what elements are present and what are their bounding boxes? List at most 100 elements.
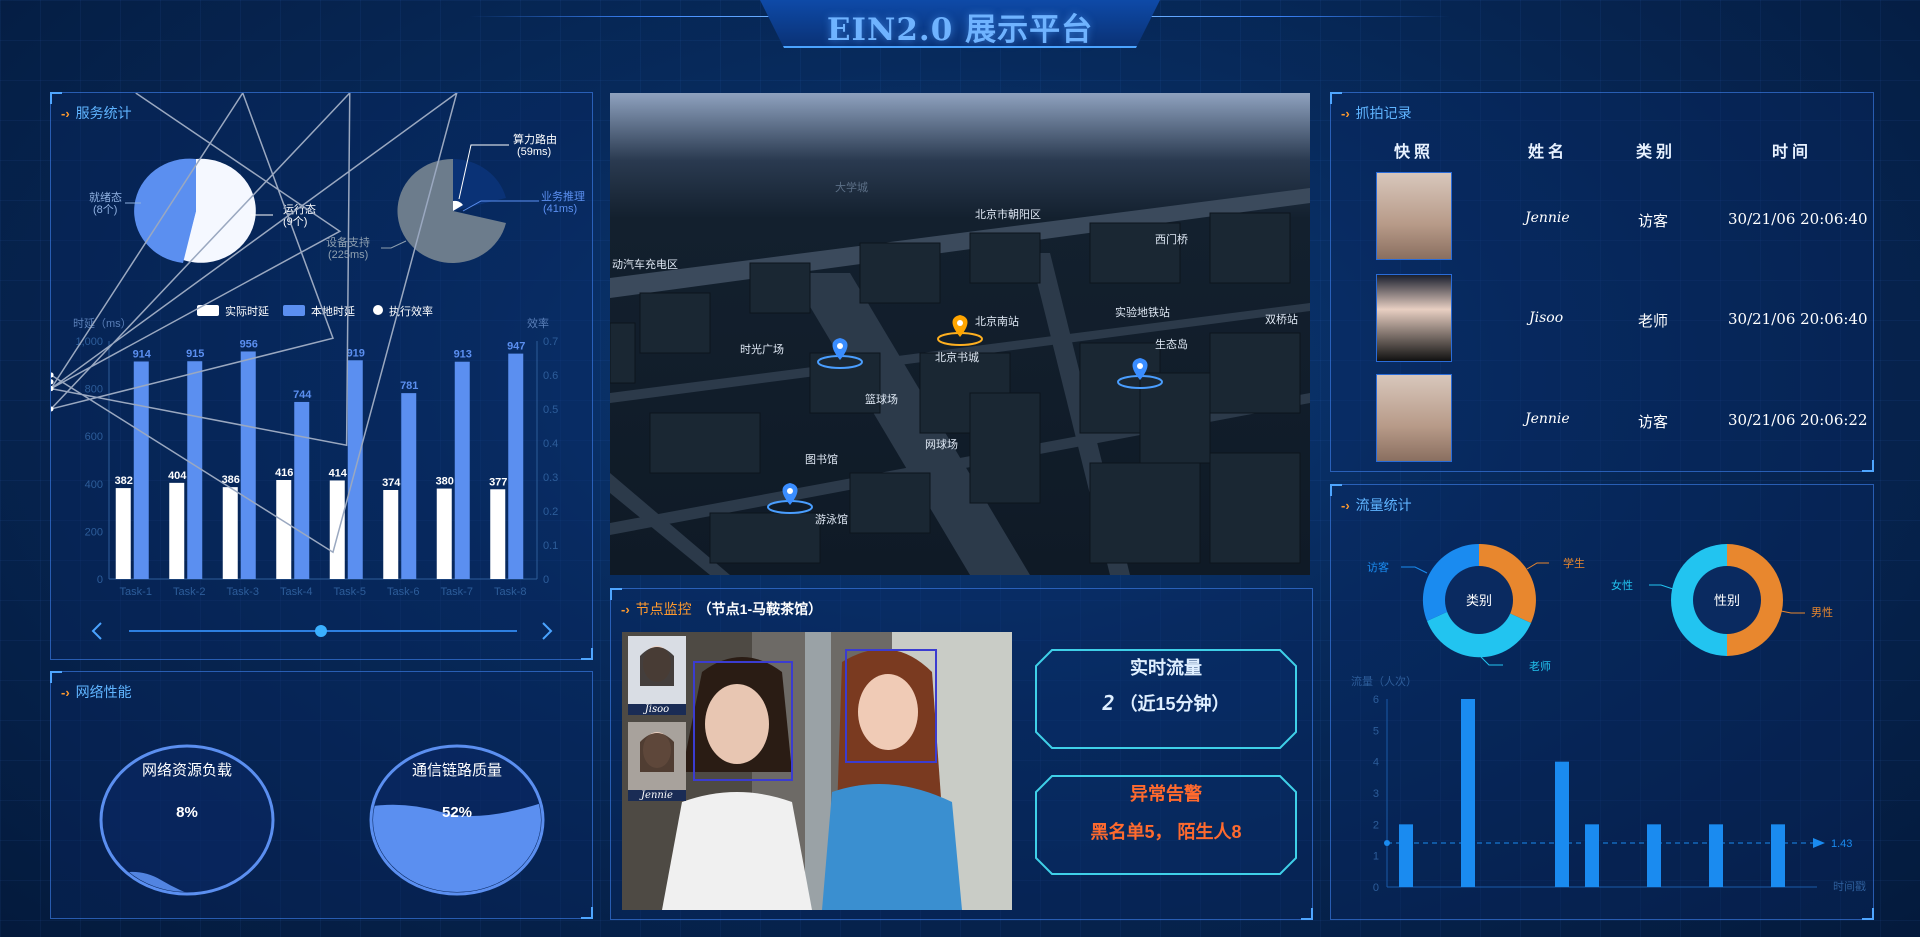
flow-bar (1399, 824, 1413, 887)
bar-local-value: 919 (347, 347, 365, 359)
map-label: 北京南站 (975, 314, 1019, 328)
pie2-routing-name: 算力路由 (513, 132, 557, 146)
map-label: 篮球场 (865, 392, 898, 406)
bar-local (240, 351, 256, 579)
legend-swatch-eff (373, 305, 383, 315)
legend-actual[interactable]: 实际时延 (225, 304, 269, 318)
row-time: 30/21/06 20:06:40 (1728, 310, 1868, 328)
page-title: EIN2.0 展示平台 (826, 12, 1094, 48)
legend-swatch-local (283, 305, 305, 316)
gauge-quality-value: 52% (442, 804, 472, 821)
snapshot-photo[interactable] (1376, 172, 1452, 260)
capture-panel-title: -› 抓拍记录 (1341, 103, 1412, 123)
legend-efficiency[interactable]: 执行效率 (389, 304, 433, 318)
header: EIN2.0 展示平台 (0, 0, 1920, 60)
pie2-routing-value: (59ms) (517, 146, 551, 158)
snapshot-photo[interactable] (1376, 374, 1452, 462)
video-feed[interactable]: Jisoo Jennie (622, 632, 1012, 910)
row-category: 老师 (1638, 313, 1669, 330)
right-axis-label: 效率 (527, 316, 549, 330)
pie2-infer-name: 业务推理 (541, 189, 585, 203)
y2-tick-label: 0.1 (543, 540, 558, 552)
bar-actual-value: 404 (168, 470, 187, 482)
flow-x-axis-label: 时间戳 (1833, 880, 1866, 893)
row-name: Jisoo (1529, 310, 1564, 326)
pie1-ready-value: (8个) (93, 203, 117, 216)
header-line-right (1150, 16, 1450, 17)
row-category: 访客 (1638, 213, 1669, 230)
gauge-load-label: 网络资源负载 (142, 762, 232, 779)
y-tick-label: 0 (97, 574, 103, 586)
y2-tick-label: 0.2 (543, 506, 558, 518)
node-title-text: 节点监控 (635, 601, 692, 617)
map-label: 双桥站 (1265, 312, 1298, 326)
donut1-label-teacher: 老师 (1529, 660, 1551, 673)
bar-local-value: 744 (293, 389, 312, 401)
bar-actual-value: 416 (275, 467, 293, 479)
avg-label: 1.43 (1831, 838, 1852, 850)
left-axis-label: 时延（ms） (73, 317, 132, 330)
flow-bar (1461, 699, 1475, 887)
map-road (610, 188, 1310, 298)
x-tick-label: Task-4 (280, 586, 312, 598)
y2-tick-label: 0.3 (543, 472, 558, 484)
bar-actual-value: 374 (382, 477, 401, 489)
gauge-load-value: 8% (176, 804, 198, 821)
bar-local-value: 914 (133, 348, 152, 360)
bar-local-value: 956 (240, 338, 258, 350)
realtime-flow-box: 实时流量 2 （近15分钟） (1034, 648, 1298, 750)
bar-local-value: 947 (507, 341, 525, 353)
slider-handle[interactable] (315, 625, 327, 637)
bar-actual (222, 487, 238, 579)
snapshot-photo[interactable] (1376, 274, 1452, 362)
y2-tick-label: 0.5 (543, 404, 558, 416)
flow-bar (1709, 824, 1723, 887)
x-tick-label: Task-1 (120, 586, 152, 598)
donut1-center: 类别 (1466, 593, 1492, 608)
x-tick-label: Task-3 (227, 586, 259, 598)
x-tick-label: Task-7 (441, 586, 473, 598)
bar-local (294, 401, 310, 579)
bar-actual (169, 482, 185, 579)
map-label: 西门桥 (1155, 232, 1188, 246)
gauge-quality-label: 通信链路质量 (412, 762, 502, 779)
donut1-label-visitor: 访客 (1367, 560, 1389, 574)
flow-axis-label: 流量（人次） (1351, 674, 1417, 688)
flow-y-tick: 1 (1373, 851, 1379, 863)
bar-local (401, 393, 417, 579)
realtime-suffix: （近15分钟） (1119, 694, 1230, 714)
bar-local-value: 913 (454, 349, 472, 361)
map-label: 北京市朝阳区 (975, 207, 1041, 221)
map-label: 生态岛 (1155, 337, 1188, 351)
y2-tick-label: 0.4 (543, 438, 558, 450)
x-tick-label: Task-6 (387, 586, 419, 598)
header-line-left (470, 16, 770, 17)
map-svg: 北京市朝阳区 西门桥 动汽车充电区 北京南站 时光广场 北京书城 生态岛 实验地… (610, 180, 1310, 575)
donut2-center: 性别 (1714, 593, 1740, 608)
flow-bar (1555, 761, 1569, 887)
donut2-label-female: 女性 (1611, 578, 1633, 592)
y-tick-label: 1,000 (75, 336, 103, 348)
flow-y-tick: 0 (1373, 882, 1379, 894)
row-category: 访客 (1638, 414, 1669, 431)
service-svg: 就绪态 (8个) 运行态 (9个) 算力路由 (59ms) 业务推理 (41ms… (51, 93, 585, 640)
city-map[interactable]: 北京市朝阳区 西门桥 动汽车充电区 北京南站 时光广场 北京书城 生态岛 实验地… (610, 93, 1310, 575)
map-label: 网球场 (925, 437, 958, 451)
pie1-ready-name: 就绪态 (89, 190, 122, 204)
map-label: 游泳馆 (815, 512, 848, 526)
slider-prev-icon[interactable] (91, 622, 102, 640)
donut1-label-student: 学生 (1563, 556, 1585, 570)
y-tick-label: 400 (85, 479, 103, 491)
flow-panel: -› 流量统计 类别 访客 学生 老师 性别 女性 男性 流量（人次） 时间戳 … (1330, 484, 1874, 920)
node-subtitle: （节点1-马鞍茶馆） (697, 601, 823, 617)
col-header-time: 时间 (1772, 144, 1813, 161)
thumb-name-2: Jennie (628, 790, 686, 801)
y2-tick-label: 0.7 (543, 336, 558, 348)
slider-next-icon[interactable] (542, 622, 553, 640)
donut2-label-male: 男性 (1811, 605, 1833, 619)
bar-actual (276, 479, 292, 579)
service-panel: -› 服务统计 就绪态 (8个) 运行态 (9个) 算力路由 (59ms) 业务… (50, 92, 593, 660)
pie-latency[interactable] (397, 158, 506, 263)
bar-actual-value: 380 (436, 476, 454, 488)
map-label: 实验地铁站 (1115, 305, 1170, 319)
